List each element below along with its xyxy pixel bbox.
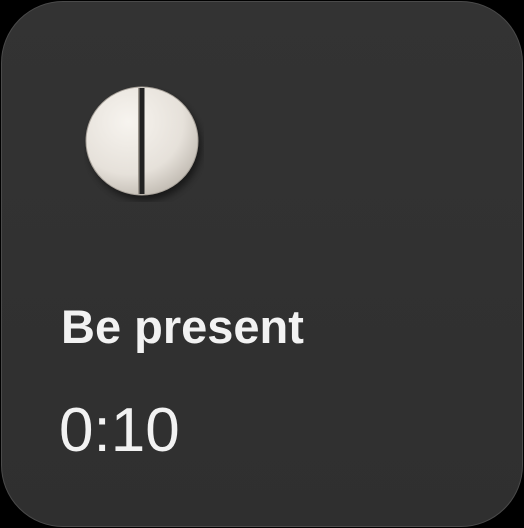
timer-display: 0:10 <box>59 396 180 465</box>
pill-icon <box>84 86 204 202</box>
widget-title: Be present <box>61 300 304 353</box>
mindfulness-widget[interactable]: Be present 0:10 <box>1 1 523 527</box>
